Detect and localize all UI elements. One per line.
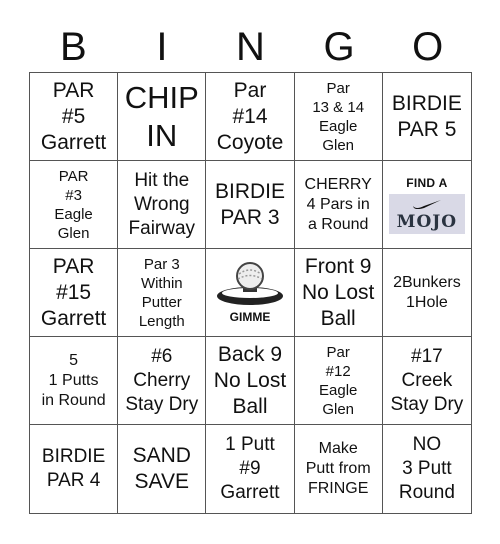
bingo-cell[interactable]: PAR #3 Eagle Glen [30,161,119,249]
mojo-image: MOJO [388,193,465,234]
cell-text: BIRDIE PAR 3 [214,179,285,229]
header-letter-n: N [236,25,265,69]
bingo-cell[interactable]: 5 1 Putts in Round [30,337,119,425]
cell-text: #6 Cherry Stay Dry [125,345,199,415]
cell-text: BIRDIE PAR 5 [391,91,462,141]
cell-text: Front 9 No Lost Ball [302,254,375,330]
bingo-cell[interactable]: NO 3 Putt Round [383,425,471,513]
bingo-cell[interactable]: PAR #15 Garrett [30,249,119,337]
header-letter-o: O [412,25,444,69]
cell-text: PAR #5 Garrett [40,78,107,154]
bingo-cell[interactable]: Par 13 & 14 Eagle Glen [294,73,383,161]
cell-text: 5 1 Putts in Round [41,351,106,409]
cell-text: Par 3 Within Putter Length [138,255,185,330]
cell-text: CHIP IN [124,79,199,153]
bingo-cell[interactable]: BIRDIE PAR 4 [30,425,119,513]
bingo-header: B I N G O [29,22,472,72]
cell-text: PAR #15 Garrett [40,254,107,330]
bingo-cell[interactable]: Back 9 No Lost Ball [206,337,295,425]
header-letter-g: G [323,25,355,69]
bingo-cell[interactable]: BIRDIE PAR 5 [382,73,471,161]
bingo-cell[interactable]: GIMME [206,249,295,337]
cell-text: 1 Putt #9 Garrett [220,434,280,503]
cell-text: Hit the Wrong Fairway [128,169,196,239]
cell-text: CHERRY 4 Pars in a Round [304,175,372,233]
mojo-text: MOJO [396,211,458,232]
gimme-label: GIMME [229,309,271,324]
cell-text: NO 3 Putt Round [398,434,455,503]
swoosh-icon [412,199,441,209]
header-letter-i: I [156,25,168,69]
cell-text: #17 Creek Stay Dry [390,345,464,415]
cell-text: BIRDIE PAR 4 [41,446,106,491]
cell-text: Par #12 Eagle Glen [319,343,358,418]
bingo-cell[interactable]: CHIP IN [118,73,207,161]
bingo-cell[interactable]: Par #14 Coyote [206,73,295,161]
bingo-cell[interactable]: Hit the Wrong Fairway [118,161,207,249]
cell-text: Make Putt from FRINGE [305,440,371,497]
bingo-cell[interactable]: 2Bunkers 1Hole [382,249,471,337]
bingo-card-grid: PAR #5 Garrett CHIP IN Par #14 Coyote Par 1… [29,72,472,514]
bingo-cell[interactable]: FIND A MOJO [382,161,471,249]
cell-text: Par #14 Coyote [216,78,284,154]
cell-text: PAR #3 Eagle Glen [54,167,93,242]
cell-text: Back 9 No Lost Ball [213,342,287,418]
bingo-cell[interactable]: BIRDIE PAR 3 [206,161,295,249]
bingo-cell[interactable]: PAR #5 Garrett [30,73,119,161]
cell-text: Par 13 & 14 Eagle Glen [312,79,365,154]
bingo-cell[interactable]: SAND SAVE [118,425,207,513]
bingo-cell[interactable]: 1 Putt #9 Garrett [206,425,295,513]
cell-text: SAND SAVE [132,444,191,493]
bingo-cell[interactable]: CHERRY 4 Pars in a Round [294,161,383,249]
golf-ball-on-hole-icon [216,261,283,305]
bingo-cell[interactable]: #6 Cherry Stay Dry [118,337,207,425]
bingo-cell[interactable]: Par #12 Eagle Glen [294,337,383,425]
cell-text: 2Bunkers 1Hole [393,273,461,311]
find-a-label: FIND A [406,175,448,190]
bingo-cell[interactable]: Make Putt from FRINGE [295,425,383,513]
bingo-cell[interactable]: Par 3 Within Putter Length [118,249,207,337]
header-letter-b: B [59,25,87,69]
bingo-cell[interactable]: Front 9 No Lost Ball [294,249,383,337]
bingo-cell[interactable]: #17 Creek Stay Dry [382,337,471,425]
